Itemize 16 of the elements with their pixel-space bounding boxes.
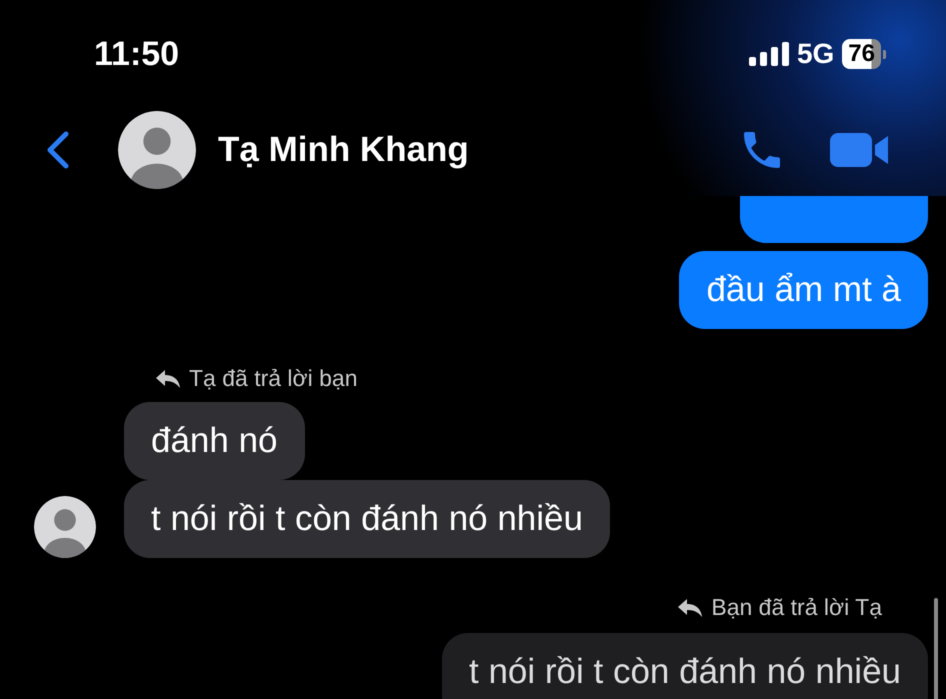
contact-name: Tạ Minh Khang bbox=[218, 130, 469, 170]
message-bubble: t nói rồi t còn đánh nó nhiều bbox=[124, 480, 610, 558]
reply-icon bbox=[155, 368, 181, 388]
network-label: 5G bbox=[796, 38, 834, 70]
avatar-icon bbox=[34, 496, 96, 558]
reply-icon bbox=[677, 598, 704, 618]
battery-level: 76 bbox=[842, 39, 881, 69]
clock-time: 11:50 bbox=[94, 34, 180, 74]
avatar-icon bbox=[118, 111, 196, 189]
message-bubble: đánh nó bbox=[124, 402, 305, 480]
video-call-button[interactable] bbox=[830, 130, 890, 170]
quoted-message: t nói rồi t còn đánh nó nhiều bbox=[442, 633, 928, 699]
reply-label: Bạn đã trả lời Tạ bbox=[711, 594, 882, 621]
message-bubble: đầu ẩm mt à bbox=[679, 251, 928, 329]
reply-label: Tạ đã trả lời bạn bbox=[189, 365, 358, 392]
signal-icon bbox=[748, 42, 789, 66]
